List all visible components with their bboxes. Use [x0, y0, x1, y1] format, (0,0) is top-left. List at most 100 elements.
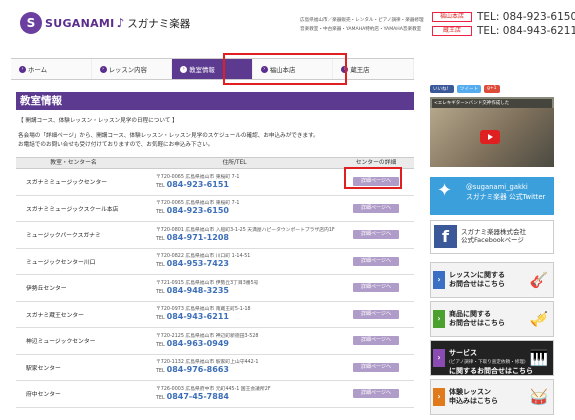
tel-label: TEL: [156, 183, 165, 189]
main-nav: › ホーム › レッスン内容 › 教室情報 › 福山本店 › 蔵王店: [11, 58, 414, 80]
video-embed[interactable]: <エレキギター>バンド交神作成した: [430, 97, 554, 167]
twitter-handle: @suganami_gakki: [466, 183, 528, 191]
header-info: 広島県福山市／楽器販売・レンタル・ピアノ調律・楽器修理 音楽教室・中古楽器・YA…: [300, 16, 424, 34]
tel-number: 084-953-7423: [166, 259, 229, 269]
table-row: 神辺ミュージックセンター 〒720-2125 広島県福山市 神辺町新徳田3-528…: [16, 328, 414, 355]
detail-page-button[interactable]: 詳細ページへ: [353, 309, 399, 319]
detail-page-button[interactable]: 詳細ページへ: [353, 230, 399, 240]
banner-product-inquiry[interactable]: › 商品に関する お問合せはこちら 🎺: [430, 301, 554, 337]
center-address-cell: 〒720-0801 広島県福山市 入船町3-1-25 天満屋ハピータウンポートプ…: [131, 227, 338, 243]
nav-label: 教室情報: [189, 65, 215, 74]
tel-label: TEL: [156, 263, 165, 269]
store-badge-fukuyama: 福山本店: [432, 12, 472, 22]
tel-number: 084-976-8663: [166, 365, 229, 375]
center-address-cell: 〒726-0003 広島県府中市 元町445-1 国王会議所2F TEL 0847-…: [131, 386, 338, 402]
detail-cell: 詳細ページへ: [338, 283, 414, 293]
center-address-cell: 〒720-0065 広島県福山市 東桜町 7-1 TEL 084-923-6150: [131, 200, 338, 216]
gplus-button[interactable]: g+1: [484, 85, 500, 93]
arrow-icon: ›: [433, 310, 445, 328]
center-address-cell: 〒721-0915 広島県福山市 伊勢丘3丁目3番5号 TEL 084-948-32…: [131, 280, 338, 296]
video-title: <エレキギター>バンド交神作成した: [432, 99, 552, 108]
detail-page-button[interactable]: 詳細ページへ: [353, 362, 399, 372]
detail-page-button[interactable]: 詳細ページへ: [353, 336, 399, 346]
header-info-line: 音楽教室・中古楽器・YAMAHA特約店・YAMAHA音楽教室: [300, 27, 422, 32]
facebook-banner[interactable]: f スガナミ楽器株式会社 公式Facebookページ: [430, 220, 554, 254]
nav-label: 蔵王店: [350, 65, 370, 74]
center-tel[interactable]: TEL 084-943-6211: [156, 313, 338, 322]
center-tel[interactable]: TEL 084-963-0949: [156, 338, 338, 349]
table-row: スガナミ蔵王センター 〒720-0973 広島県福山市 南蔵王町5-1-18 TEL…: [16, 302, 414, 328]
nav-label: レッスン内容: [108, 65, 147, 74]
arrow-icon: ›: [99, 65, 107, 73]
arrow-icon: ›: [433, 271, 445, 289]
table-row: 駅家センター 〒720-1132 広島県福山市 駅家町上山守442-1 TEL 084…: [16, 355, 414, 381]
play-icon[interactable]: [480, 130, 500, 144]
detail-page-button[interactable]: 詳細ページへ: [353, 283, 399, 293]
site-logo[interactable]: S SUGANAMI ♪ スガナミ楽器: [20, 12, 190, 34]
logo-text: SUGANAMI: [45, 16, 115, 30]
arrow-icon: ›: [180, 65, 188, 73]
facebook-name: スガナミ楽器株式会社: [461, 228, 526, 236]
intro-line: お電話でのお問い合せも受け付けておりますので、お気軽にお申込み下さい。: [18, 142, 214, 148]
share-buttons: いいね！ ツイート g+1: [430, 85, 500, 93]
intro-heading: 【 開講コース、体験レッスン・レッスン見学の日程について 】: [18, 118, 178, 124]
tel-number: 084-943-6211: [166, 312, 229, 322]
center-name: スガナミミュージックセンター: [26, 180, 108, 187]
highlight-box-detail: [344, 167, 402, 189]
highlight-box-nav: [223, 53, 347, 85]
center-tel[interactable]: TEL 0847-45-7884: [156, 391, 338, 402]
tweet-button[interactable]: ツイート: [457, 85, 481, 93]
fb-like-button[interactable]: いいね！: [430, 85, 454, 93]
store-tel-zao[interactable]: TEL: 084-943-6211: [477, 25, 575, 37]
center-tel[interactable]: TEL 084-948-3235: [156, 286, 338, 296]
center-tel[interactable]: TEL 084-971-1208: [156, 233, 338, 243]
detail-page-button[interactable]: 詳細ページへ: [353, 256, 399, 266]
detail-cell: 詳細ページへ: [338, 230, 414, 240]
banner-service-inquiry[interactable]: › サービス (ピアノ調律・下取り査定依頼・修理) に関するお問合せはこちら 🎹: [430, 340, 554, 376]
center-tel[interactable]: TEL 084-923-6150: [156, 207, 338, 216]
facebook-sub: 公式Facebookページ: [461, 236, 524, 244]
nav-label: ホーム: [28, 65, 47, 74]
center-name: スガナミミュージックスクール本店: [26, 206, 119, 213]
twitter-sub: スガナミ楽器 公式Twitter: [466, 192, 546, 201]
intro-line: 各会場の「詳細ページ」から、開講コース、体験レッスン・レッスン見学のスケジュール…: [18, 132, 319, 139]
detail-page-button[interactable]: 詳細ページへ: [353, 389, 399, 399]
table-row: スガナミミュージックスクール本店 〒720-0065 広島県福山市 東桜町 7-1…: [16, 196, 414, 222]
detail-cell: 詳細ページへ: [338, 256, 414, 266]
banner-lesson-inquiry[interactable]: › レッスンに関する お問合せはこちら 🎸: [430, 262, 554, 298]
page-title: 教室情報: [16, 92, 414, 110]
nav-home[interactable]: › ホーム: [11, 59, 92, 79]
tel-number: 0847-45-7884: [166, 391, 229, 401]
center-tel[interactable]: TEL 084-976-8663: [156, 366, 338, 375]
center-tel[interactable]: TEL 084-953-7423: [156, 260, 338, 269]
trumpet-icon: 🎺: [529, 310, 549, 328]
facebook-icon: f: [434, 225, 457, 248]
center-name: スガナミ蔵王センター: [26, 312, 84, 319]
banner-trial-lesson[interactable]: › 体験レッスン 申込みはこちら 🥁: [430, 379, 554, 415]
tel-label: TEL: [156, 289, 165, 295]
tel-number: 084-923-6151: [166, 179, 229, 189]
center-address-cell: 〒720-1132 広島県福山市 駅家町上山守442-1 TEL 084-976-8…: [131, 359, 338, 375]
tel-number: 084-963-0949: [166, 338, 229, 348]
store-tel-fukuyama[interactable]: TEL: 084-923-6150: [477, 11, 575, 23]
col-header-address: 住所/TEL: [222, 160, 247, 166]
center-name: ミュージックセンター川口: [26, 259, 96, 266]
piano-icon: 🎹: [529, 349, 549, 367]
twitter-bird-icon: ✦: [437, 180, 453, 201]
logo-jp: スガナミ楽器: [127, 17, 191, 30]
center-address-cell: 〒720-0065 広島県福山市 東桜町 7-1 TEL 084-923-6151: [131, 174, 338, 190]
site-header: S SUGANAMI ♪ スガナミ楽器 広島県福山市／楽器販売・レンタル・ピアノ…: [0, 0, 575, 48]
center-address-cell: 〒720-2125 広島県福山市 神辺町新徳田3-528 TEL 084-963-0…: [131, 333, 338, 349]
music-note-icon: ♪: [116, 16, 125, 30]
table-row: ミュージックパークスガナミ 〒720-0801 広島県福山市 入船町3-1-25 …: [16, 222, 414, 249]
detail-cell: 詳細ページへ: [338, 389, 414, 399]
center-tel[interactable]: TEL 084-923-6151: [156, 179, 338, 190]
detail-cell: 詳細ページへ: [338, 336, 414, 346]
center-name: 伊勢丘センター: [26, 286, 67, 293]
tel-number: 084-923-6150: [166, 206, 229, 216]
guitar-icon: 🎸: [529, 271, 549, 289]
detail-page-button[interactable]: 詳細ページへ: [353, 203, 399, 213]
detail-cell: 詳細ページへ: [338, 309, 414, 319]
twitter-banner[interactable]: ✦ @suganami_gakki スガナミ楽器 公式Twitter: [430, 177, 554, 215]
nav-lessons[interactable]: › レッスン内容: [91, 59, 173, 79]
